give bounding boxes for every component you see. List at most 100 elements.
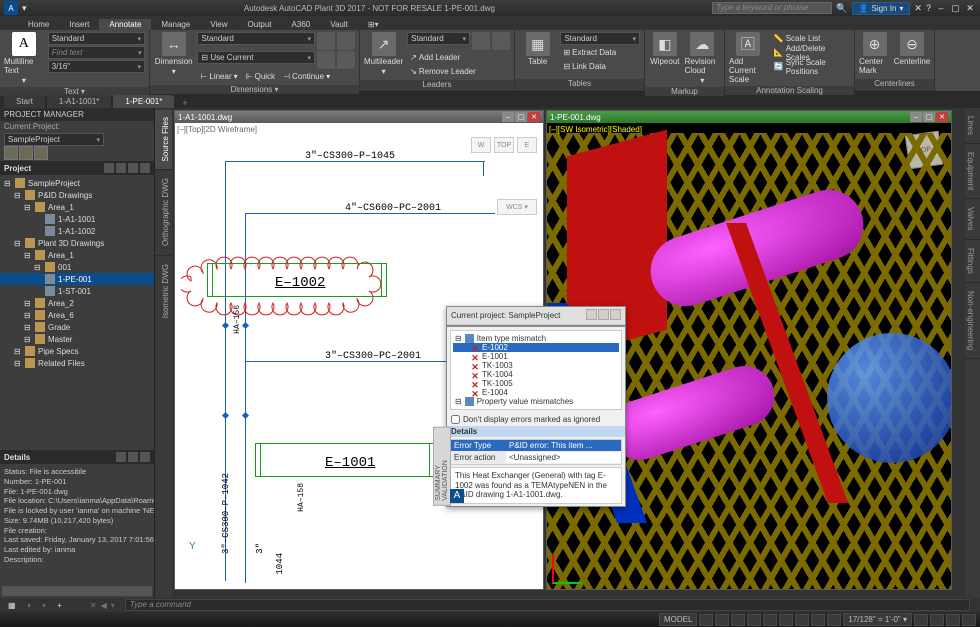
- leader-align-icon[interactable]: [472, 32, 490, 50]
- extract-button[interactable]: ⊞ Extract Data: [560, 46, 640, 59]
- vtab-source-files[interactable]: Source Files: [155, 108, 172, 169]
- wipeout-button[interactable]: ◧Wipeout: [649, 32, 681, 66]
- dim-space-icon[interactable]: [337, 51, 355, 69]
- status-gear-icon[interactable]: [914, 614, 928, 626]
- tree-node[interactable]: ⊟Area_2: [0, 297, 154, 309]
- addscale-button[interactable]: 🄰Add Current Scale: [729, 32, 767, 84]
- validation-tree[interactable]: ⊟Item type mismatch ✕E-1002 ✕E-1001 ✕TK-…: [450, 330, 622, 410]
- dsicon3[interactable]: [140, 452, 150, 462]
- status-trn-icon[interactable]: [811, 614, 825, 626]
- help-search-input[interactable]: Type a keyword or phrase: [712, 2, 832, 14]
- multiline-text-button[interactable]: AMultiline Text▾: [4, 32, 44, 85]
- status-model-button[interactable]: MODEL: [659, 613, 697, 626]
- vp-max-icon[interactable]: ▢: [515, 112, 527, 122]
- centerline-button[interactable]: ⊖Centerline: [894, 32, 930, 66]
- remove-leader-button[interactable]: ↘ Remove Leader: [407, 65, 510, 78]
- vp-min-icon[interactable]: –: [502, 112, 514, 122]
- vp-e-icon[interactable]: E: [517, 137, 537, 153]
- layout-model-icon[interactable]: ▦: [4, 601, 20, 610]
- status-track-icon[interactable]: [779, 614, 793, 626]
- tree-node[interactable]: ⊟Grade: [0, 321, 154, 333]
- find-text-input[interactable]: Find text: [48, 46, 145, 59]
- tree-node[interactable]: ⊟Related Files: [0, 357, 154, 369]
- tree-node[interactable]: ⊟Pipe Specs: [0, 345, 154, 357]
- tree-node[interactable]: ⊟Area_1: [0, 249, 154, 261]
- vp3-close-icon[interactable]: ✕: [936, 112, 948, 122]
- minimize-icon[interactable]: –: [935, 2, 947, 14]
- psicon3[interactable]: [128, 163, 138, 173]
- status-cust-icon[interactable]: [962, 614, 976, 626]
- dimension-button[interactable]: ↔Dimension▾: [154, 32, 193, 76]
- vp3-min-icon[interactable]: –: [910, 112, 922, 122]
- status-clean-icon[interactable]: [946, 614, 960, 626]
- tree-node[interactable]: 1-PE-001: [0, 273, 154, 285]
- sync-button[interactable]: 🔄 Sync Scale Positions: [771, 60, 850, 73]
- qat-icon[interactable]: ▾: [22, 3, 27, 14]
- tree-node[interactable]: ⊟P&ID Drawings: [0, 189, 154, 201]
- leader-style-select[interactable]: Standard: [407, 32, 470, 45]
- tree-node[interactable]: 1-A1-1001: [0, 213, 154, 225]
- status-iso-icon[interactable]: [930, 614, 944, 626]
- exchange-icon[interactable]: ✕: [914, 3, 922, 14]
- dim-update-icon[interactable]: [337, 32, 355, 50]
- validation-panel[interactable]: VALIDATION SUMMARY Current project: Samp…: [446, 306, 626, 507]
- pm-icon3[interactable]: [34, 146, 48, 160]
- dsicon2[interactable]: [128, 452, 138, 462]
- leader-collect-icon[interactable]: [492, 32, 510, 50]
- layout-l2-icon[interactable]: ▫: [38, 601, 49, 610]
- rtab-valves[interactable]: Valves: [965, 199, 980, 239]
- tree-node[interactable]: ⊟Area_1: [0, 201, 154, 213]
- link-button[interactable]: ⊟ Link Data: [560, 60, 640, 73]
- doctab-2[interactable]: 1-PE-001*: [113, 95, 174, 108]
- psicon1[interactable]: [104, 163, 114, 173]
- val-run-icon[interactable]: [610, 309, 621, 320]
- pm-icon1[interactable]: [4, 146, 18, 160]
- close-icon[interactable]: ✕: [964, 2, 976, 14]
- psicon2[interactable]: [116, 163, 126, 173]
- vp3-max-icon[interactable]: ▢: [923, 112, 935, 122]
- vp-wcs-button[interactable]: WCS ▾: [497, 199, 537, 215]
- new-tab-icon[interactable]: +: [176, 98, 193, 108]
- linear-button[interactable]: ⊢Linear▾: [197, 70, 240, 83]
- maximize-icon[interactable]: ▢: [949, 2, 961, 14]
- status-scale-button[interactable]: 17/128" = 1'-0" ▾: [843, 613, 912, 626]
- rtab-equipment[interactable]: Equipment: [965, 144, 980, 199]
- vtab-ortho[interactable]: Orthographic DWG: [155, 169, 172, 254]
- dim-style-select[interactable]: Standard: [197, 32, 315, 45]
- add-leader-button[interactable]: ↗ Add Leader: [407, 51, 510, 64]
- quick-button[interactable]: ⊩Quick: [243, 70, 278, 83]
- doctab-1[interactable]: 1-A1-1001*: [47, 95, 111, 108]
- val-refresh-icon[interactable]: [586, 309, 597, 320]
- status-lw-icon[interactable]: [795, 614, 809, 626]
- tree-node[interactable]: ⊟001: [0, 261, 154, 273]
- vp-top-button[interactable]: TOP: [494, 137, 514, 153]
- pm-icon2[interactable]: [19, 146, 33, 160]
- dsicon1[interactable]: [116, 452, 126, 462]
- rtab-lines[interactable]: Lines: [965, 108, 980, 144]
- tree-node[interactable]: ⊟Area_6: [0, 309, 154, 321]
- validation-side-tab[interactable]: VALIDATION SUMMARY: [433, 427, 451, 506]
- continue-button[interactable]: ⊣Continue▾: [280, 70, 333, 83]
- tab-vault[interactable]: Vault: [320, 19, 358, 30]
- status-ortho-icon[interactable]: [731, 614, 745, 626]
- tab-home[interactable]: Home: [18, 19, 59, 30]
- search-icon[interactable]: 🔍: [836, 3, 847, 14]
- doctab-start[interactable]: Start: [4, 95, 45, 108]
- vp-close-icon[interactable]: ✕: [528, 112, 540, 122]
- vp-w-icon[interactable]: W: [471, 137, 491, 153]
- multileader-button[interactable]: ↗Multileader▾: [364, 32, 403, 76]
- tab-insert[interactable]: Insert: [59, 19, 99, 30]
- tab-manage[interactable]: Manage: [151, 19, 200, 30]
- dim-break-icon[interactable]: [317, 51, 335, 69]
- details-scrollbar[interactable]: [2, 586, 152, 596]
- rtab-fittings[interactable]: Fittings: [965, 240, 980, 283]
- status-qp-icon[interactable]: [827, 614, 841, 626]
- status-polar-icon[interactable]: [747, 614, 761, 626]
- val-check-icon[interactable]: [598, 309, 609, 320]
- vtab-iso[interactable]: Isometric DWG: [155, 255, 172, 326]
- centermark-button[interactable]: ⊕Center Mark: [859, 32, 890, 75]
- tab-view[interactable]: View: [200, 19, 237, 30]
- table-style-select[interactable]: Standard: [560, 32, 640, 45]
- status-osnap-icon[interactable]: [763, 614, 777, 626]
- tree-node[interactable]: ⊟Plant 3D Drawings: [0, 237, 154, 249]
